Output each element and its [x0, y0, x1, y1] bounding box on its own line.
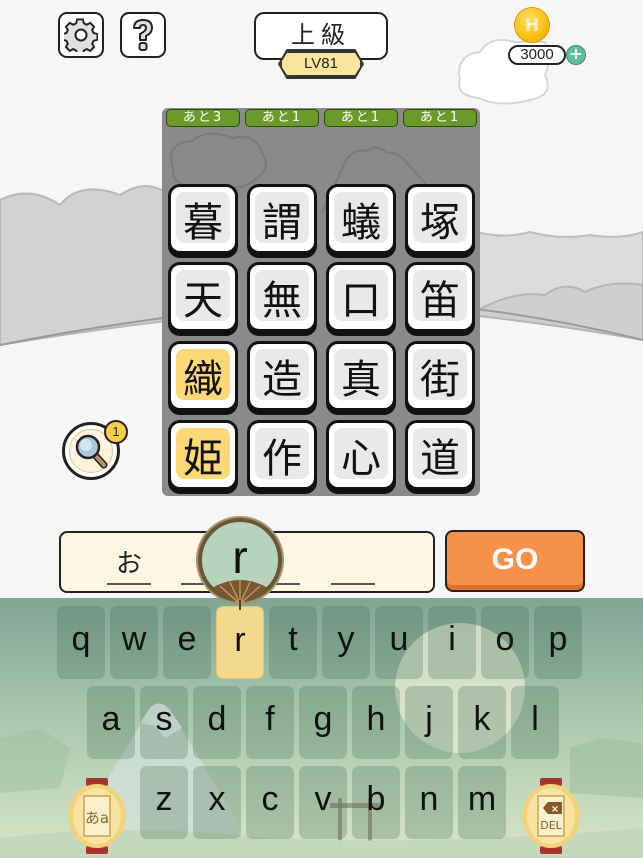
- kanji-tile[interactable]: 道: [405, 420, 475, 490]
- key-d[interactable]: d: [193, 686, 241, 759]
- kanji-tile[interactable]: 作: [247, 420, 317, 490]
- kanji-tile[interactable]: 塚: [405, 184, 475, 254]
- tile-char: 真: [341, 357, 381, 403]
- tile-char: 道: [420, 436, 460, 482]
- tile-char: 暮: [183, 200, 223, 246]
- settings-button[interactable]: [58, 12, 104, 58]
- go-button[interactable]: GO: [445, 530, 585, 592]
- column-tag-4: あと1: [403, 109, 477, 127]
- column-tag-1: あと3: [166, 109, 240, 127]
- coin-icon: H: [515, 8, 549, 42]
- tile-char: 織: [183, 357, 223, 403]
- kanji-tile[interactable]: 蟻: [326, 184, 396, 254]
- kanji-tile[interactable]: 街: [405, 341, 475, 411]
- tile-char: 心: [341, 436, 381, 482]
- key-y[interactable]: y: [322, 606, 370, 679]
- column-tag-3: あと1: [324, 109, 398, 127]
- key-e[interactable]: e: [163, 606, 211, 679]
- kanji-tile[interactable]: 謂: [247, 184, 317, 254]
- key-q[interactable]: q: [57, 606, 105, 679]
- kanji-tile[interactable]: 造: [247, 341, 317, 411]
- lantern-kana-icon: あa: [68, 778, 126, 854]
- kana-toggle-label: あa: [85, 809, 109, 827]
- key-z[interactable]: z: [140, 766, 188, 839]
- lantern-delete-icon: × DEL: [522, 778, 580, 854]
- kanji-tile[interactable]: 口: [326, 262, 396, 332]
- key-j[interactable]: j: [405, 686, 453, 759]
- kanji-tile[interactable]: 天: [168, 262, 238, 332]
- key-g[interactable]: g: [299, 686, 347, 759]
- key-o[interactable]: o: [481, 606, 529, 679]
- coin-count: 3000: [508, 45, 566, 65]
- answer-slot-4: [331, 533, 375, 591]
- answer-slot-1: お: [107, 533, 151, 591]
- key-u[interactable]: u: [375, 606, 423, 679]
- svg-text:×: ×: [551, 804, 559, 815]
- tile-char: 作: [262, 436, 302, 482]
- tile-char: 笛: [420, 278, 460, 324]
- tile-char: 口: [341, 278, 381, 324]
- question-icon: [133, 19, 153, 51]
- answer-slot-char: お: [115, 549, 142, 579]
- fan-handle-icon: [212, 580, 268, 610]
- hint-count-badge: 1: [104, 420, 128, 444]
- kanji-tile[interactable]: 姫: [168, 420, 238, 490]
- gear-icon: [64, 18, 98, 52]
- level-badge: LV81: [280, 51, 362, 77]
- tile-char: 塚: [420, 200, 460, 246]
- tile-char: 街: [420, 357, 460, 403]
- key-x[interactable]: x: [193, 766, 241, 839]
- kanji-tile[interactable]: 心: [326, 420, 396, 490]
- key-h[interactable]: h: [352, 686, 400, 759]
- slot-underline: [331, 583, 375, 585]
- delete-button[interactable]: × DEL: [520, 778, 582, 854]
- key-k[interactable]: k: [458, 686, 506, 759]
- key-b[interactable]: b: [352, 766, 400, 839]
- key-f[interactable]: f: [246, 686, 294, 759]
- delete-label: DEL: [540, 819, 562, 832]
- tile-char: 造: [262, 357, 302, 403]
- kanji-tile[interactable]: 真: [326, 341, 396, 411]
- slot-underline: [107, 583, 151, 585]
- add-coins-button[interactable]: +: [566, 45, 586, 65]
- key-a[interactable]: a: [87, 686, 135, 759]
- tile-char: 謂: [262, 200, 302, 246]
- column-tag-2: あと1: [245, 109, 319, 127]
- key-s[interactable]: s: [140, 686, 188, 759]
- key-w[interactable]: w: [110, 606, 158, 679]
- kanji-tile[interactable]: 織: [168, 341, 238, 411]
- key-n[interactable]: n: [405, 766, 453, 839]
- key-v[interactable]: v: [299, 766, 347, 839]
- kanji-tile[interactable]: 笛: [405, 262, 475, 332]
- tile-char: 姫: [183, 436, 223, 482]
- tile-char: 天: [183, 278, 223, 324]
- key-m[interactable]: m: [458, 766, 506, 839]
- key-c[interactable]: c: [246, 766, 294, 839]
- key-l[interactable]: l: [511, 686, 559, 759]
- tile-char: 蟻: [341, 200, 381, 246]
- tile-char: 無: [262, 278, 302, 324]
- key-i[interactable]: i: [428, 606, 476, 679]
- key-r[interactable]: r: [216, 606, 264, 679]
- kanji-tile[interactable]: 暮: [168, 184, 238, 254]
- help-button[interactable]: [120, 12, 166, 58]
- kanji-tile[interactable]: 無: [247, 262, 317, 332]
- kana-toggle-button[interactable]: あa: [66, 778, 128, 854]
- key-p[interactable]: p: [534, 606, 582, 679]
- key-t[interactable]: t: [269, 606, 317, 679]
